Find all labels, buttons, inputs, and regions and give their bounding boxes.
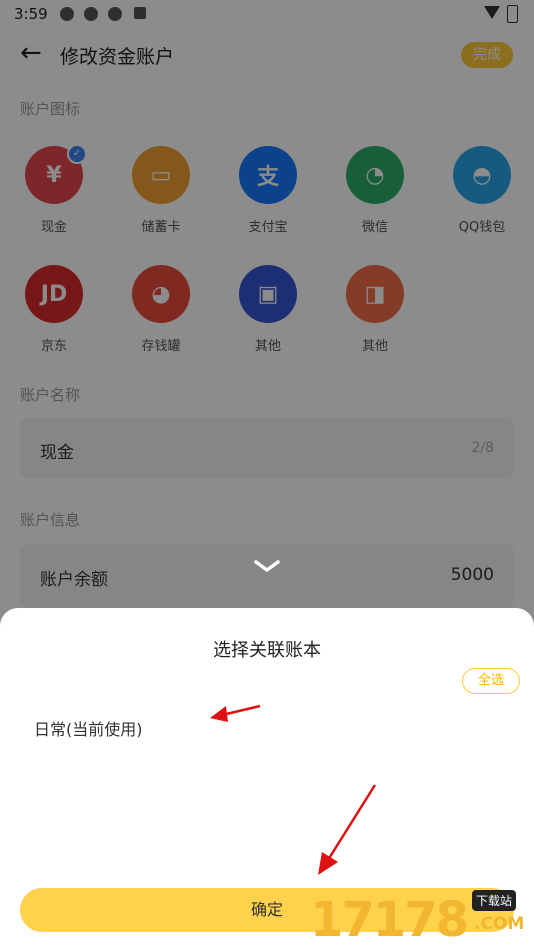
watermark-logo: 17178 下载站 .COM bbox=[310, 888, 532, 948]
sheet-title: 选择关联账本 bbox=[213, 640, 321, 661]
select-all-button[interactable]: 全选 bbox=[462, 668, 520, 694]
account-book-item[interactable]: 日常(当前使用) bbox=[34, 716, 143, 740]
watermark-text: 17178 bbox=[310, 892, 469, 948]
watermark-badge: 下载站 bbox=[472, 890, 517, 911]
watermark-domain: .COM bbox=[474, 914, 525, 934]
chevron-down-icon[interactable] bbox=[253, 556, 281, 576]
